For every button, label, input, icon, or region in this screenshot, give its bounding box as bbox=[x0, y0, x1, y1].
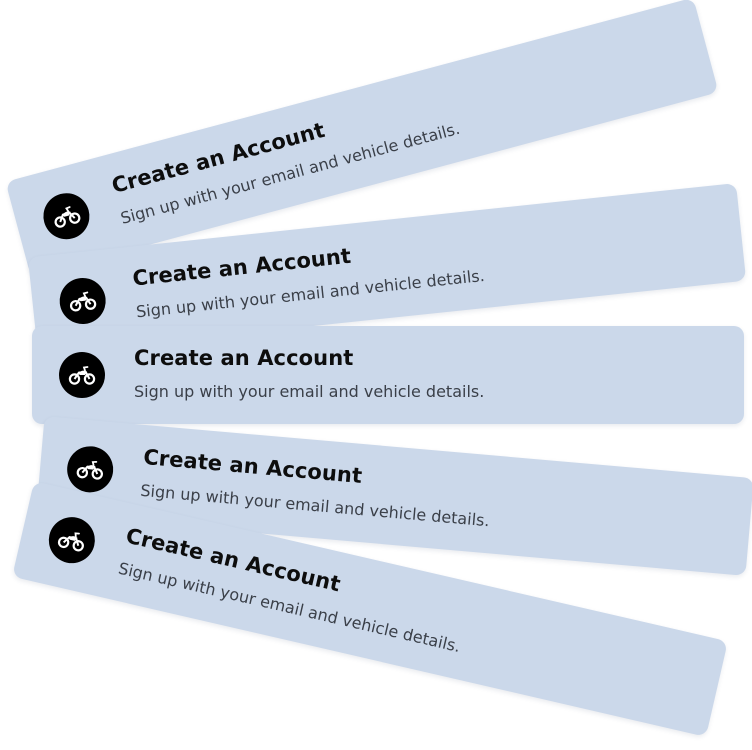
icon-badge bbox=[59, 352, 105, 398]
card-subtitle: Sign up with your email and vehicle deta… bbox=[134, 382, 485, 401]
card-stack: Create an Account Sign up with your emai… bbox=[0, 0, 752, 750]
card-title: Create an Account bbox=[134, 346, 354, 370]
motorcycle-icon bbox=[76, 460, 103, 480]
motorcycle-icon bbox=[68, 366, 96, 385]
icon-badge bbox=[38, 188, 95, 245]
motorcycle-icon bbox=[69, 291, 97, 312]
motorcycle-icon bbox=[57, 532, 84, 552]
icon-badge bbox=[65, 444, 116, 495]
motorcycle-icon bbox=[54, 206, 81, 228]
card-title: Create an Account bbox=[142, 444, 364, 489]
icon-badge bbox=[57, 275, 108, 327]
create-account-card[interactable]: Create an Account Sign up with your emai… bbox=[32, 326, 744, 424]
icon-badge bbox=[44, 512, 100, 568]
